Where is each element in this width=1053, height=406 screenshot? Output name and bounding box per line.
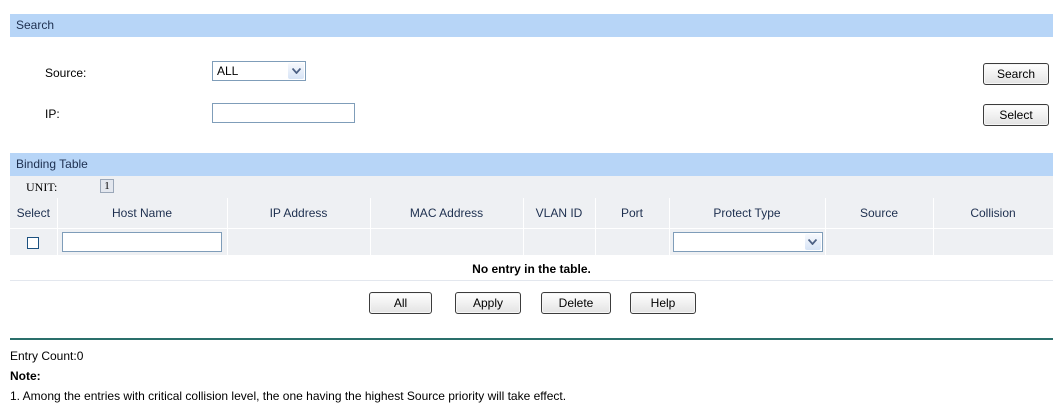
search-button[interactable]: Search [983, 63, 1049, 85]
filter-source-cell [825, 228, 934, 255]
unit-button[interactable]: 1 [100, 179, 114, 193]
chevron-down-icon [804, 234, 821, 250]
search-section-title: Search [16, 18, 55, 32]
ip-label: IP: [45, 107, 60, 121]
filter-host-name-cell [57, 228, 228, 255]
chevron-down-icon [288, 63, 304, 79]
host-name-filter-input[interactable] [62, 232, 222, 252]
all-button[interactable]: All [369, 292, 432, 314]
unit-selector-row: UNIT: 1 [10, 176, 1053, 198]
filter-port-cell [595, 228, 670, 255]
protect-type-select[interactable] [672, 232, 823, 252]
source-select[interactable]: ALL [212, 61, 306, 81]
note-title: Note: [10, 369, 41, 383]
search-section-header: Search [10, 14, 1053, 37]
source-label: Source: [45, 66, 87, 80]
filter-protect-type-cell [669, 228, 826, 255]
source-select-value: ALL [217, 64, 239, 78]
binding-table-title: Binding Table [16, 157, 88, 171]
binding-table-header: Binding Table [10, 153, 1053, 176]
select-all-checkbox[interactable] [27, 236, 40, 249]
table-header-row: Select Host Name IP Address MAC Address … [10, 198, 1053, 229]
column-header-select: Select [10, 198, 58, 229]
filter-collision-cell [933, 228, 1053, 255]
column-header-mac-address: MAC Address [370, 198, 524, 229]
section-divider [10, 338, 1053, 340]
column-header-vlan-id: VLAN ID [523, 198, 596, 229]
delete-button[interactable]: Delete [541, 292, 611, 314]
column-header-ip-address: IP Address [227, 198, 371, 229]
column-header-collision: Collision [933, 198, 1053, 229]
binding-table: Select Host Name IP Address MAC Address … [10, 198, 1053, 255]
column-header-protect-type: Protect Type [669, 198, 826, 229]
filter-mac-cell [370, 228, 524, 255]
note-item-1: 1. Among the entries with critical colli… [10, 389, 567, 403]
filter-vlan-cell [523, 228, 596, 255]
filter-ip-cell [227, 228, 371, 255]
column-header-host-name: Host Name [57, 198, 228, 229]
help-button[interactable]: Help [630, 292, 696, 314]
select-button[interactable]: Select [983, 104, 1049, 126]
filter-select-cell [10, 228, 58, 255]
ip-input[interactable] [212, 103, 355, 123]
column-header-port: Port [595, 198, 670, 229]
column-header-source: Source [825, 198, 934, 229]
entry-count: Entry Count:0 [10, 349, 84, 363]
filter-row [10, 228, 1053, 255]
unit-label: UNIT: [26, 180, 58, 194]
apply-button[interactable]: Apply [455, 292, 521, 314]
empty-table-message: No entry in the table. [10, 258, 1053, 281]
